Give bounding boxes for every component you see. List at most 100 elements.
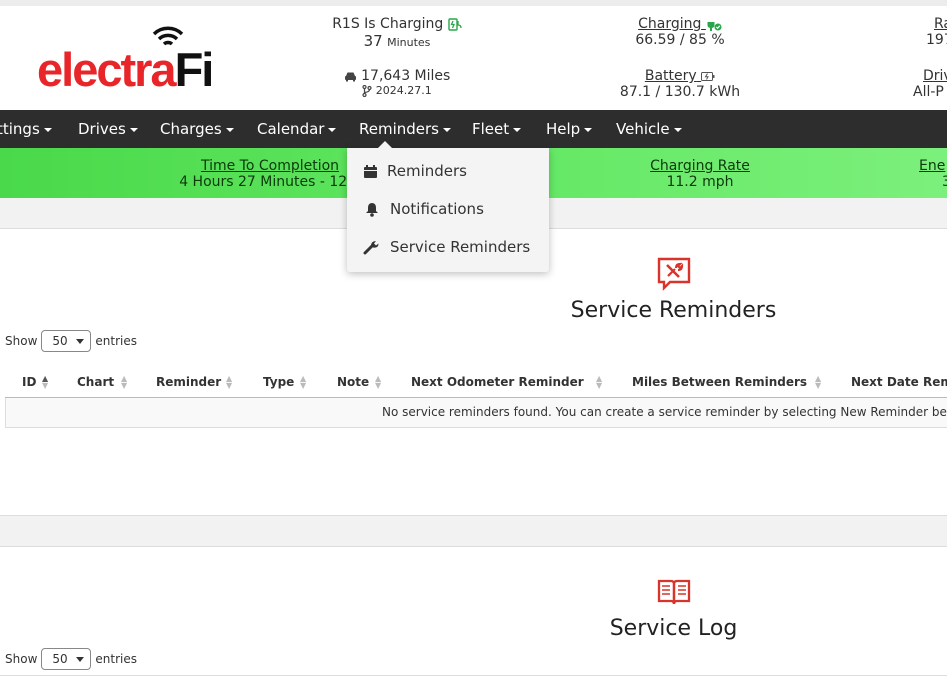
menu-item-notifications[interactable]: Notifications: [363, 200, 484, 218]
battery-block: Battery 87.1 / 130.7 kWh: [610, 68, 750, 100]
electrafi-logo[interactable]: electraFi: [37, 20, 214, 98]
page-size-value: 50: [52, 652, 68, 666]
page-size-select[interactable]: 50: [41, 330, 92, 352]
sort-icon[interactable]: ▲ ▼: [815, 375, 821, 390]
sort-icon[interactable]: ▲ ▼: [121, 375, 127, 390]
header: electraFi R1S Is Charging 37 Minutes 17,…: [0, 6, 947, 110]
nav-help[interactable]: Help: [546, 110, 593, 148]
battery-label-row[interactable]: Battery: [610, 68, 750, 84]
odometer-block: 17,643 Miles 2024.27.1: [330, 68, 464, 97]
charging-label-row[interactable]: Charging: [610, 16, 750, 32]
nav-label: ttings: [0, 120, 40, 138]
select-arrow-icon: [76, 657, 85, 662]
range-block: Ra 197: [900, 16, 947, 48]
col-miles-between[interactable]: Miles Between Reminders: [632, 375, 807, 389]
nav-label: Calendar: [257, 120, 325, 138]
log-page-size-select[interactable]: 50: [41, 648, 92, 670]
vehicle-status-text: R1S Is Charging: [332, 16, 444, 32]
range-value: 197: [926, 32, 947, 48]
nav-calendar[interactable]: Calendar: [257, 110, 337, 148]
sort-icon[interactable]: ▲ ▼: [300, 375, 306, 390]
col-id[interactable]: ID: [22, 375, 36, 389]
logo-text-fi: Fi: [174, 43, 215, 96]
col-reminder[interactable]: Reminder: [156, 375, 221, 389]
service-log-panel: Service Log Show 50 entries: [0, 546, 947, 676]
rate-block: Charging Rate 11.2 mph: [630, 158, 770, 190]
col-note[interactable]: Note: [337, 375, 369, 389]
charging-block: Charging 66.59 / 85 %: [610, 16, 750, 48]
plug-check-icon: [707, 18, 722, 31]
col-chart[interactable]: Chart: [77, 375, 114, 389]
show-label: Show: [5, 334, 38, 348]
dropdown-pointer: [377, 141, 393, 149]
section-gap: [0, 516, 947, 546]
nav-label: Reminders: [359, 120, 439, 138]
sort-asc-icon[interactable]: ▲ ▼: [42, 375, 48, 390]
charging-value: 66.59 / 85 %: [635, 32, 725, 48]
drive-block: Driv All-P: [900, 68, 947, 100]
car-icon: [344, 72, 356, 81]
battery-label[interactable]: Battery: [645, 68, 697, 84]
rate-label[interactable]: Charging Rate: [630, 158, 770, 174]
calendar-icon: [364, 164, 377, 178]
main-navbar: ttings Drives Charges Calendar Reminders…: [0, 110, 947, 148]
range-label[interactable]: Ra: [900, 16, 947, 32]
drive-label[interactable]: Driv: [900, 68, 947, 84]
software-version: 2024.27.1: [375, 84, 432, 97]
nav-fleet[interactable]: Fleet: [472, 110, 522, 148]
service-tools-icon: [657, 257, 691, 291]
vehicle-status-block: R1S Is Charging 37 Minutes: [330, 16, 464, 50]
nav-reminders[interactable]: Reminders: [359, 110, 451, 148]
energy-value: 3: [942, 174, 947, 190]
nav-label: Help: [546, 120, 581, 138]
col-next-date[interactable]: Next Date Remi: [851, 375, 947, 389]
odometer-row: 17,643 Miles: [330, 68, 464, 84]
caret-down-icon: [584, 127, 593, 132]
menu-item-reminders[interactable]: Reminders: [363, 162, 467, 180]
software-row: 2024.27.1: [330, 84, 464, 97]
empty-message: No service reminders found. You can crea…: [382, 405, 947, 419]
code-branch-icon: [362, 85, 372, 97]
minutes-unit: Minutes: [387, 36, 431, 49]
col-next-odometer[interactable]: Next Odometer Reminder: [411, 375, 584, 389]
nav-label: Charges: [160, 120, 222, 138]
book-icon: [657, 579, 691, 605]
drive-value: All-P: [913, 84, 944, 100]
caret-down-icon: [225, 127, 234, 132]
nav-settings[interactable]: ttings: [0, 110, 52, 148]
service-log-title: Service Log: [609, 616, 738, 641]
menu-item-label: Service Reminders: [390, 238, 531, 256]
col-type[interactable]: Type: [263, 375, 294, 389]
menu-item-label: Reminders: [387, 162, 467, 180]
minutes-value: 37: [363, 32, 383, 50]
select-arrow-icon: [76, 339, 85, 344]
energy-label[interactable]: Ene: [905, 158, 947, 174]
nav-label: Vehicle: [616, 120, 670, 138]
odometer-value: 17,643 Miles: [361, 68, 451, 84]
charging-plug-icon: [448, 17, 462, 31]
energy-block: Ene 3: [905, 158, 947, 190]
wrench-icon: [363, 240, 379, 254]
nav-drives[interactable]: Drives: [78, 110, 138, 148]
charging-label[interactable]: Charging: [638, 16, 701, 32]
empty-table-row: No service reminders found. You can crea…: [5, 398, 947, 428]
nav-label: Drives: [78, 120, 126, 138]
menu-item-service-reminders[interactable]: Service Reminders: [363, 238, 530, 256]
page-size-value: 50: [52, 334, 68, 348]
vehicle-status-row: R1S Is Charging: [330, 16, 464, 32]
nav-vehicle[interactable]: Vehicle: [616, 110, 682, 148]
caret-down-icon: [513, 127, 522, 132]
sort-icon[interactable]: ▲ ▼: [596, 375, 602, 390]
service-reminders-title: Service Reminders: [570, 298, 777, 323]
log-page-size-control: Show 50 entries: [5, 648, 137, 670]
nav-charges[interactable]: Charges: [160, 110, 234, 148]
entries-label: entries: [95, 334, 137, 348]
caret-down-icon: [43, 127, 52, 132]
caret-down-icon: [328, 127, 337, 132]
bell-icon: [366, 202, 378, 217]
sort-icon[interactable]: ▲ ▼: [226, 375, 232, 390]
table-header: ID ▲ ▼ Chart ▲ ▼ Reminder ▲ ▼ Type ▲ ▼ Note …: [0, 375, 947, 395]
show-label: Show: [5, 652, 38, 666]
battery-value: 87.1 / 130.7 kWh: [619, 84, 741, 100]
sort-icon[interactable]: ▲ ▼: [375, 375, 381, 390]
